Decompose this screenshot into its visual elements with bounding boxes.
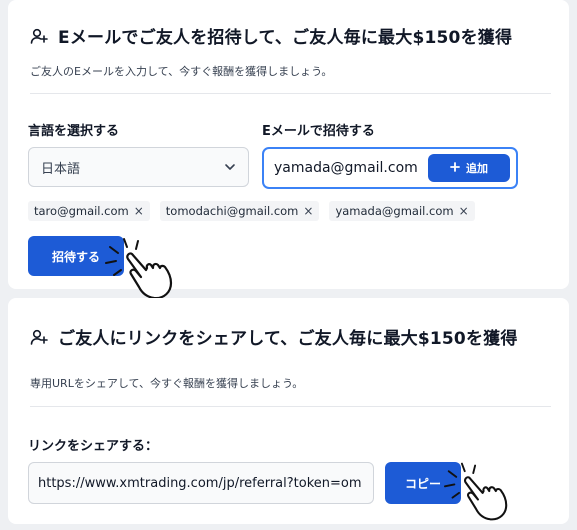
email-invite-label: Eメールで招待する bbox=[262, 124, 375, 139]
add-user-icon bbox=[30, 328, 48, 346]
invited-email-chips: taro@gmail.com × tomodachi@gmail.com × y… bbox=[28, 201, 475, 221]
add-email-button-label: 追加 bbox=[466, 162, 488, 175]
email-chip-text: yamada@gmail.com bbox=[335, 204, 454, 218]
hand-pointer-icon bbox=[100, 233, 180, 307]
share-link-label: リンクをシェアする： bbox=[28, 439, 159, 454]
plus-icon bbox=[450, 161, 460, 175]
email-invite-subtitle: ご友人のEメールを入力して、今すぐ報酬を獲得しましょう。 bbox=[30, 65, 333, 78]
email-chip: yamada@gmail.com × bbox=[329, 201, 475, 221]
language-select[interactable]: 日本語 bbox=[28, 147, 249, 187]
language-select-value: 日本語 bbox=[41, 161, 81, 177]
language-label: 言語を選択する bbox=[28, 124, 120, 139]
link-share-title: ご友人にリンクをシェアして、ご友人毎に最大$150を獲得 bbox=[58, 329, 518, 349]
referral-url-field[interactable]: https://www.xmtrading.com/jp/referral?to… bbox=[28, 462, 374, 504]
link-share-card: ご友人にリンクをシェアして、ご友人毎に最大$150を獲得 専用URLをシェアして… bbox=[8, 298, 569, 524]
add-email-button[interactable]: 追加 bbox=[428, 154, 510, 182]
divider bbox=[30, 93, 551, 94]
email-input[interactable]: yamada@gmail.com 追加 bbox=[262, 147, 518, 189]
link-share-subtitle: 専用URLをシェアして、今すぐ報酬を獲得しましょう。 bbox=[30, 377, 304, 390]
referral-url-value: https://www.xmtrading.com/jp/referral?to… bbox=[38, 475, 362, 491]
chevron-down-icon bbox=[224, 161, 236, 177]
close-icon[interactable]: × bbox=[459, 204, 469, 218]
hand-pointer-icon bbox=[437, 458, 517, 528]
email-invite-card: Eメールでご友人を招待して、ご友人毎に最大$150を獲得 ご友人のEメールを入力… bbox=[8, 0, 569, 300]
email-chip: tomodachi@gmail.com × bbox=[159, 201, 320, 221]
close-icon[interactable]: × bbox=[134, 204, 144, 218]
email-invite-header: Eメールでご友人を招待して、ご友人毎に最大$150を獲得 bbox=[30, 23, 512, 48]
divider bbox=[30, 406, 551, 407]
link-share-header: ご友人にリンクをシェアして、ご友人毎に最大$150を獲得 bbox=[30, 324, 518, 349]
email-chip-text: tomodachi@gmail.com bbox=[165, 204, 299, 218]
email-chip-text: taro@gmail.com bbox=[34, 204, 129, 218]
add-user-icon bbox=[30, 27, 48, 45]
email-invite-title: Eメールでご友人を招待して、ご友人毎に最大$150を獲得 bbox=[58, 28, 513, 48]
email-input-value: yamada@gmail.com bbox=[274, 160, 418, 176]
email-chip: taro@gmail.com × bbox=[28, 201, 150, 221]
close-icon[interactable]: × bbox=[303, 204, 313, 218]
